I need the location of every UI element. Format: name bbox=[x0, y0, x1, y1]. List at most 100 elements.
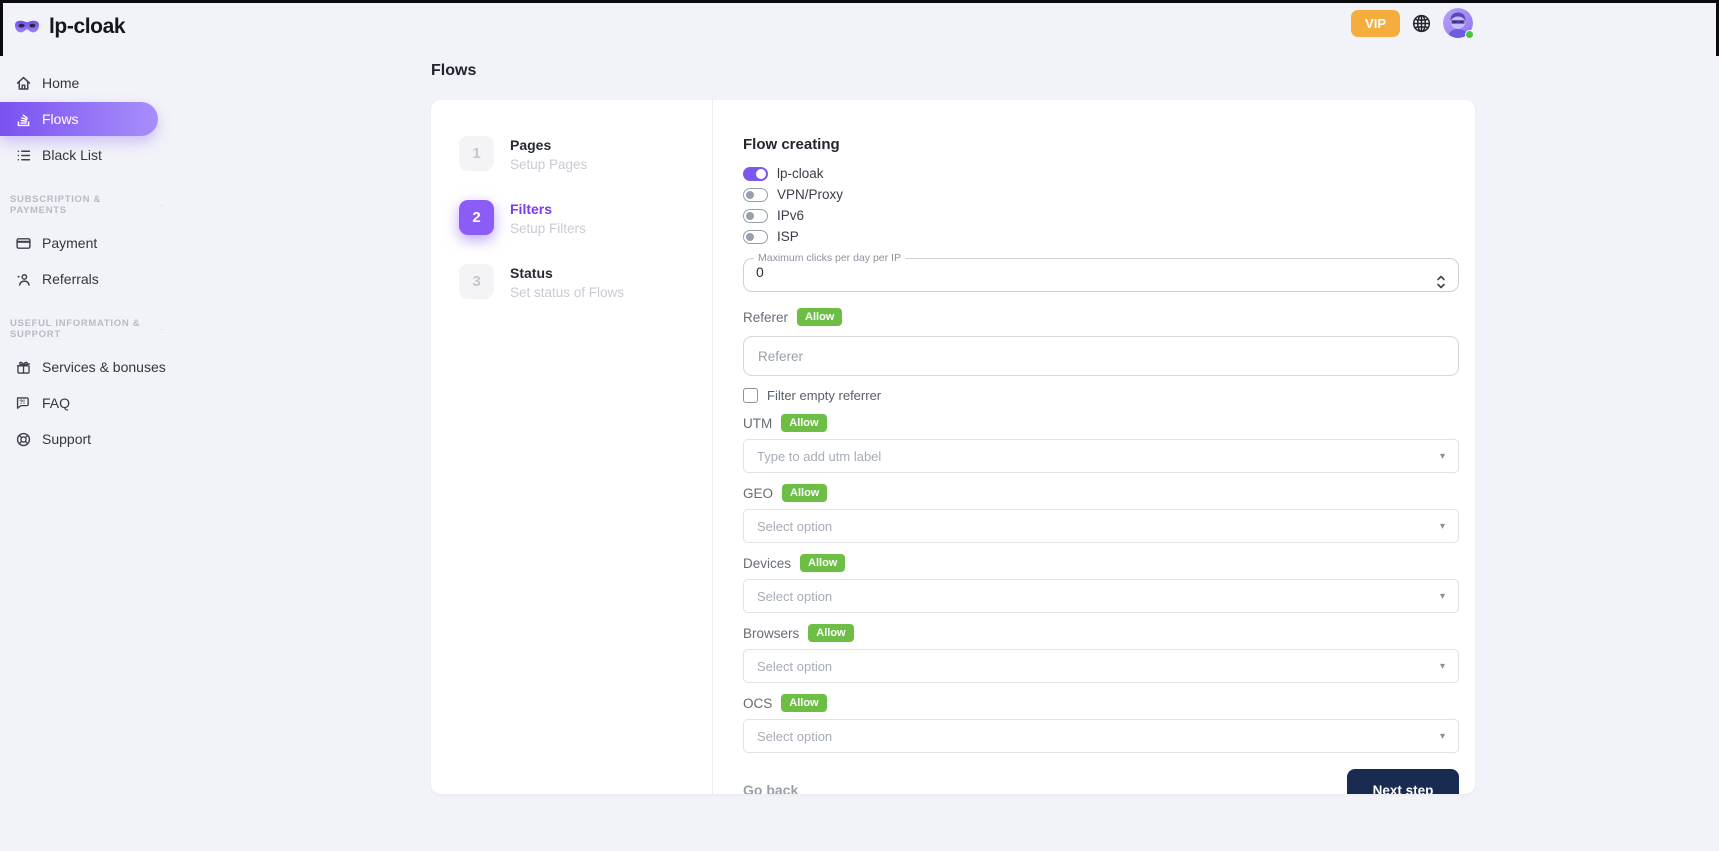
sidebar-item-label: Home bbox=[42, 75, 79, 91]
step-title: Filters bbox=[510, 201, 586, 217]
sidebar-item-payment[interactable]: Payment bbox=[0, 226, 173, 260]
app-root: lp-cloak Home bbox=[0, 0, 1719, 851]
sidebar-item-support[interactable]: Support bbox=[0, 422, 173, 456]
sidebar-item-label: Payment bbox=[42, 235, 97, 251]
gift-icon bbox=[14, 358, 32, 376]
step-text: Status Set status of Flows bbox=[510, 264, 624, 300]
step-filters[interactable]: 2 Filters Setup Filters bbox=[459, 200, 712, 236]
step-number: 2 bbox=[459, 200, 494, 235]
section-header-label: USEFUL INFORMATION & SUPPORT bbox=[10, 318, 153, 340]
step-subtitle: Set status of Flows bbox=[510, 285, 624, 300]
switch-knob bbox=[746, 212, 754, 220]
chevron-down-icon: ▾ bbox=[1440, 591, 1445, 602]
toggle-isp[interactable]: ISP bbox=[743, 226, 1459, 247]
toggle-ipv6[interactable]: IPv6 bbox=[743, 205, 1459, 226]
devices-allow-badge[interactable]: Allow bbox=[800, 554, 845, 572]
toggle-switch-on[interactable] bbox=[743, 167, 768, 181]
flow-card: 1 Pages Setup Pages 2 Filters Setup Filt… bbox=[431, 100, 1475, 794]
window-edge-left bbox=[0, 0, 3, 56]
step-status[interactable]: 3 Status Set status of Flows bbox=[459, 264, 712, 300]
sidebar-item-black-list[interactable]: Black List bbox=[0, 138, 173, 172]
faq-bubble-icon: ?! bbox=[14, 394, 32, 412]
switch-knob bbox=[746, 191, 754, 199]
utm-allow-badge[interactable]: Allow bbox=[781, 414, 826, 432]
switch-knob bbox=[746, 233, 754, 241]
browsers-label: Browsers bbox=[743, 626, 799, 641]
referer-label-row: Referer Allow bbox=[743, 308, 1459, 326]
sidebar-item-label: FAQ bbox=[42, 395, 70, 411]
geo-group: GEO Allow Select option ▾ bbox=[743, 484, 1459, 543]
number-stepper-icon[interactable] bbox=[1435, 273, 1447, 291]
sidebar-nav: Home Flows bbox=[0, 66, 173, 456]
sidebar-item-home[interactable]: Home bbox=[0, 66, 173, 100]
step-number: 3 bbox=[459, 264, 494, 299]
filter-empty-referrer-row[interactable]: Filter empty referrer bbox=[743, 388, 1459, 403]
toggle-list: lp-cloak VPN/Proxy IPv6 ISP bbox=[743, 163, 1459, 247]
sidebar-item-label: Services & bonuses bbox=[42, 359, 166, 375]
main-area: VIP bbox=[173, 0, 1719, 851]
toggle-lp-cloak[interactable]: lp-cloak bbox=[743, 163, 1459, 184]
ocs-label-row: OCS Allow bbox=[743, 694, 1459, 712]
brand-logo[interactable]: lp-cloak bbox=[0, 12, 173, 42]
step-subtitle: Setup Pages bbox=[510, 157, 587, 172]
max-clicks-field: Maximum clicks per day per IP bbox=[743, 252, 1459, 292]
vip-button[interactable]: VIP bbox=[1351, 10, 1400, 37]
empty-referrer-label: Filter empty referrer bbox=[767, 388, 881, 403]
toggle-switch-off[interactable] bbox=[743, 230, 768, 244]
sidebar-item-label: Referrals bbox=[42, 271, 99, 287]
toggle-switch-off[interactable] bbox=[743, 188, 768, 202]
ocs-group: OCS Allow Select option ▾ bbox=[743, 694, 1459, 753]
referer-allow-badge[interactable]: Allow bbox=[797, 308, 842, 326]
devices-group: Devices Allow Select option ▾ bbox=[743, 554, 1459, 613]
toggle-label: IPv6 bbox=[777, 208, 804, 223]
geo-label: GEO bbox=[743, 486, 773, 501]
go-back-button[interactable]: Go back bbox=[743, 782, 798, 794]
utm-label: UTM bbox=[743, 416, 772, 431]
utm-label-row: UTM Allow bbox=[743, 414, 1459, 432]
devices-label-row: Devices Allow bbox=[743, 554, 1459, 572]
referer-label: Referer bbox=[743, 310, 788, 325]
browsers-select[interactable]: Select option ▾ bbox=[743, 649, 1459, 683]
stepper: 1 Pages Setup Pages 2 Filters Setup Filt… bbox=[431, 100, 713, 794]
ocs-select[interactable]: Select option ▾ bbox=[743, 719, 1459, 753]
sidebar-item-faq[interactable]: ?! FAQ bbox=[0, 386, 173, 420]
globe-language-icon[interactable] bbox=[1411, 13, 1432, 34]
empty-referrer-checkbox[interactable] bbox=[743, 388, 758, 403]
chevron-down-icon: ▾ bbox=[1440, 661, 1445, 672]
step-text: Filters Setup Filters bbox=[510, 200, 586, 236]
browsers-allow-badge[interactable]: Allow bbox=[808, 624, 853, 642]
referer-input[interactable] bbox=[743, 336, 1459, 376]
step-pages[interactable]: 1 Pages Setup Pages bbox=[459, 136, 712, 172]
select-placeholder: Select option bbox=[757, 589, 832, 604]
ocs-label: OCS bbox=[743, 696, 772, 711]
utm-select[interactable]: Type to add utm label ▾ bbox=[743, 439, 1459, 473]
max-clicks-label: Maximum clicks per day per IP bbox=[754, 252, 905, 264]
sidebar-item-referrals[interactable]: Referrals bbox=[0, 262, 173, 296]
list-icon bbox=[14, 146, 32, 164]
sidebar-item-services-bonuses[interactable]: Services & bonuses bbox=[0, 350, 173, 384]
ocs-allow-badge[interactable]: Allow bbox=[781, 694, 826, 712]
devices-select[interactable]: Select option ▾ bbox=[743, 579, 1459, 613]
svg-text:?!: ?! bbox=[19, 400, 25, 406]
section-divider bbox=[159, 329, 163, 330]
section-divider bbox=[159, 205, 163, 206]
sidebar: lp-cloak Home bbox=[0, 0, 173, 851]
toggle-label: lp-cloak bbox=[777, 166, 824, 181]
browsers-group: Browsers Allow Select option ▾ bbox=[743, 624, 1459, 683]
geo-label-row: GEO Allow bbox=[743, 484, 1459, 502]
select-placeholder: Type to add utm label bbox=[757, 449, 881, 464]
toggle-label: ISP bbox=[777, 229, 799, 244]
next-step-button[interactable]: Next step bbox=[1347, 769, 1459, 794]
user-avatar[interactable] bbox=[1443, 8, 1473, 38]
credit-card-icon bbox=[14, 234, 32, 252]
switch-knob bbox=[756, 169, 766, 179]
page-title: Flows bbox=[431, 0, 1475, 80]
max-clicks-input[interactable] bbox=[752, 264, 1377, 280]
geo-allow-badge[interactable]: Allow bbox=[782, 484, 827, 502]
toggle-switch-off[interactable] bbox=[743, 209, 768, 223]
sidebar-item-flows[interactable]: Flows bbox=[0, 102, 158, 136]
geo-select[interactable]: Select option ▾ bbox=[743, 509, 1459, 543]
step-title: Status bbox=[510, 265, 624, 281]
chevron-down-icon: ▾ bbox=[1440, 731, 1445, 742]
toggle-vpn-proxy[interactable]: VPN/Proxy bbox=[743, 184, 1459, 205]
